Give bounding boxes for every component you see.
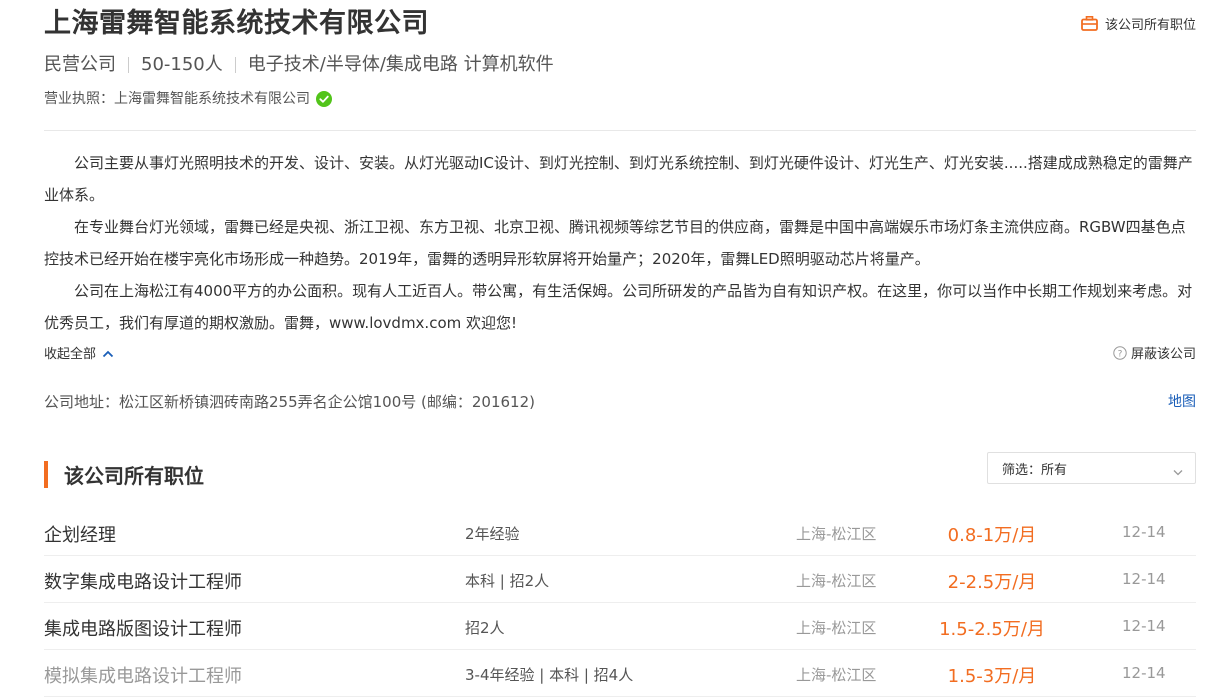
company-size: 50-150人 <box>141 54 223 75</box>
job-row[interactable]: 企划经理 2年经验 上海-松江区 0.8-1万/月 12-14 <box>44 509 1196 556</box>
meta-separator <box>234 57 236 73</box>
jobs-section-title: 该公司所有职位 <box>44 461 204 488</box>
job-row[interactable]: 数字集成电路设计工程师 本科 | 招2人 上海-松江区 2-2.5万/月 12-… <box>44 556 1196 603</box>
map-link[interactable]: 地图 <box>1168 392 1196 412</box>
job-row[interactable]: 模拟集成电路设计工程师 3-4年经验 | 本科 | 招4人 上海-松江区 1.5… <box>44 650 1196 697</box>
block-company-label: 屏蔽该公司 <box>1130 347 1196 362</box>
company-meta: 民营公司 50-150人 电子技术/半导体/集成电路 计算机软件 <box>44 53 1196 77</box>
company-header: 上海雷舞智能系统技术有限公司 该公司所有职位 民营公司 50-150人 电子技术… <box>44 4 1196 109</box>
company-type: 民营公司 <box>44 54 116 75</box>
chevron-up-icon <box>102 348 114 358</box>
job-salary: 0.8-1万/月 <box>947 525 1037 546</box>
job-title[interactable]: 集成电路版图设计工程师 <box>44 615 242 641</box>
company-industry: 电子技术/半导体/集成电路 计算机软件 <box>247 54 554 75</box>
company-name: 上海雷舞智能系统技术有限公司 <box>44 8 429 39</box>
job-location: 上海-松江区 <box>796 619 877 637</box>
job-salary: 2-2.5万/月 <box>947 572 1037 593</box>
job-requirements: 2年经验 <box>465 525 520 543</box>
check-circle-icon <box>316 91 332 107</box>
description-paragraph: 在专业舞台灯光领域，雷舞已经是央视、浙江卫视、东方卫视、北京卫视、腾讯视频等综艺… <box>44 218 1186 268</box>
header-divider <box>44 130 1196 131</box>
job-requirements: 3-4年经验 | 本科 | 招4人 <box>465 666 634 684</box>
collapse-all-button[interactable]: 收起全部 <box>44 343 114 362</box>
job-requirements: 招2人 <box>465 619 505 637</box>
meta-separator <box>128 57 129 73</box>
job-date: 12-14 <box>1122 664 1166 682</box>
question-circle-icon: ? <box>1113 345 1127 360</box>
job-date: 12-14 <box>1122 570 1166 588</box>
business-license: 营业执照：上海雷舞智能系统技术有限公司 <box>44 89 1196 109</box>
block-company-button[interactable]: ? 屏蔽该公司 <box>1113 343 1196 362</box>
description-paragraph: 公司主要从事灯光照明技术的开发、设计、安装。从灯光驱动IC设计、到灯光控制、到灯… <box>44 154 1193 204</box>
job-salary: 1.5-2.5万/月 <box>939 619 1045 640</box>
briefcase-icon <box>1081 16 1098 31</box>
jobs-filter-select[interactable]: 筛选：所有 <box>987 452 1196 484</box>
filter-label: 筛选：所有 <box>1002 462 1068 478</box>
job-location: 上海-松江区 <box>796 525 877 543</box>
job-date: 12-14 <box>1122 617 1166 635</box>
company-address: 公司地址：松江区新桥镇泗砖南路255弄名企公馆100号 (邮编：201612) <box>44 393 535 411</box>
svg-text:?: ? <box>1118 349 1123 359</box>
job-row[interactable]: 集成电路版图设计工程师 招2人 上海-松江区 1.5-2.5万/月 12-14 <box>44 603 1196 650</box>
license-label: 营业执照：上海雷舞智能系统技术有限公司 <box>44 91 310 107</box>
section-accent-bar <box>44 461 48 488</box>
job-title[interactable]: 数字集成电路设计工程师 <box>44 568 242 594</box>
job-salary: 1.5-3万/月 <box>947 666 1037 687</box>
job-title[interactable]: 企划经理 <box>44 521 116 547</box>
job-location: 上海-松江区 <box>796 666 877 684</box>
job-location: 上海-松江区 <box>796 572 877 590</box>
job-title[interactable]: 模拟集成电路设计工程师 <box>44 662 242 688</box>
job-date: 12-14 <box>1122 523 1166 541</box>
job-requirements: 本科 | 招2人 <box>465 572 550 590</box>
description-paragraph: 公司在上海松江有4000平方的办公面积。现有人工近百人。带公寓，有生活保姆。公司… <box>44 282 1193 332</box>
chevron-down-icon <box>1173 465 1183 476</box>
company-description: 公司主要从事灯光照明技术的开发、设计、安装。从灯光驱动IC设计、到灯光控制、到灯… <box>44 147 1196 339</box>
all-jobs-link-label: 该公司所有职位 <box>1104 18 1196 33</box>
collapse-label: 收起全部 <box>44 347 97 362</box>
all-jobs-link[interactable]: 该公司所有职位 <box>1081 14 1196 33</box>
section-title-text: 该公司所有职位 <box>64 464 204 488</box>
jobs-list: 企划经理 2年经验 上海-松江区 0.8-1万/月 12-14 数字集成电路设计… <box>44 509 1196 697</box>
